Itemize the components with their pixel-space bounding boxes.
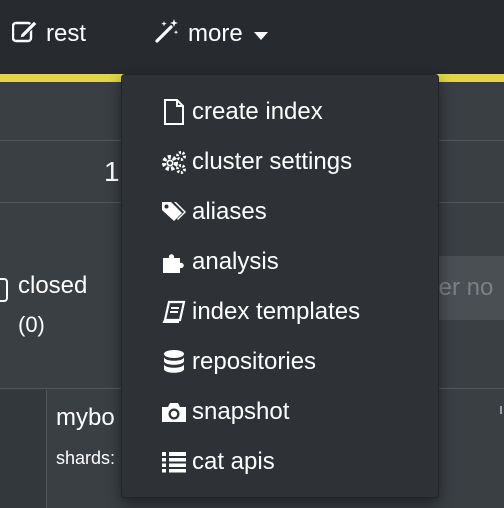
filter-nodes-placeholder: ter no xyxy=(432,274,494,301)
cogs-icon xyxy=(160,148,188,176)
menu-item-analysis[interactable]: analysis xyxy=(122,241,438,283)
magic-wand-icon xyxy=(154,18,188,51)
closed-checkbox[interactable] xyxy=(0,278,8,302)
menu-item-label: repositories xyxy=(192,348,317,375)
menu-item-label: create index xyxy=(192,98,323,125)
node-column xyxy=(0,390,47,508)
menu-item-create-index[interactable]: create index xyxy=(122,91,438,133)
file-icon xyxy=(160,98,188,126)
menu-item-cat-apis[interactable]: cat apis xyxy=(122,441,438,483)
shards-label: shards: xyxy=(56,448,116,468)
rest-label: rest xyxy=(46,20,87,47)
menu-item-snapshot[interactable]: snapshot xyxy=(122,391,438,433)
menu-item-label: snapshot xyxy=(192,398,290,425)
menu-item-index-templates[interactable]: index templates xyxy=(122,291,438,333)
closed-indices-label: closed xyxy=(18,272,88,299)
menu-item-cluster-settings[interactable]: cluster settings xyxy=(122,141,438,183)
edit-icon xyxy=(11,19,46,50)
menu-item-repositories[interactable]: repositories xyxy=(122,341,438,383)
database-icon xyxy=(160,348,188,376)
menu-item-label: cluster settings xyxy=(192,148,353,175)
closed-indices-count: (0) xyxy=(18,312,45,337)
menu-item-label: aliases xyxy=(192,198,267,225)
list-icon xyxy=(160,448,188,476)
menu-item-label: analysis xyxy=(192,248,279,275)
caret-down-icon xyxy=(253,20,277,48)
more-dropdown-menu: create index cluster settings aliases an… xyxy=(121,74,439,498)
menu-item-aliases[interactable]: aliases xyxy=(122,191,438,233)
more-label: more xyxy=(188,20,243,47)
menu-item-label: index templates xyxy=(192,298,361,325)
rest-nav-item[interactable]: rest xyxy=(11,18,87,50)
summary-count: 1 xyxy=(104,156,120,187)
column-marker xyxy=(500,406,502,414)
menu-item-label: cat apis xyxy=(192,448,275,475)
book-icon xyxy=(160,298,188,326)
camera-icon xyxy=(160,398,188,426)
more-dropdown-toggle[interactable]: more xyxy=(154,18,277,50)
puzzle-icon xyxy=(160,248,188,276)
tags-icon xyxy=(160,198,188,226)
index-name-link[interactable]: mybo xyxy=(56,404,115,432)
